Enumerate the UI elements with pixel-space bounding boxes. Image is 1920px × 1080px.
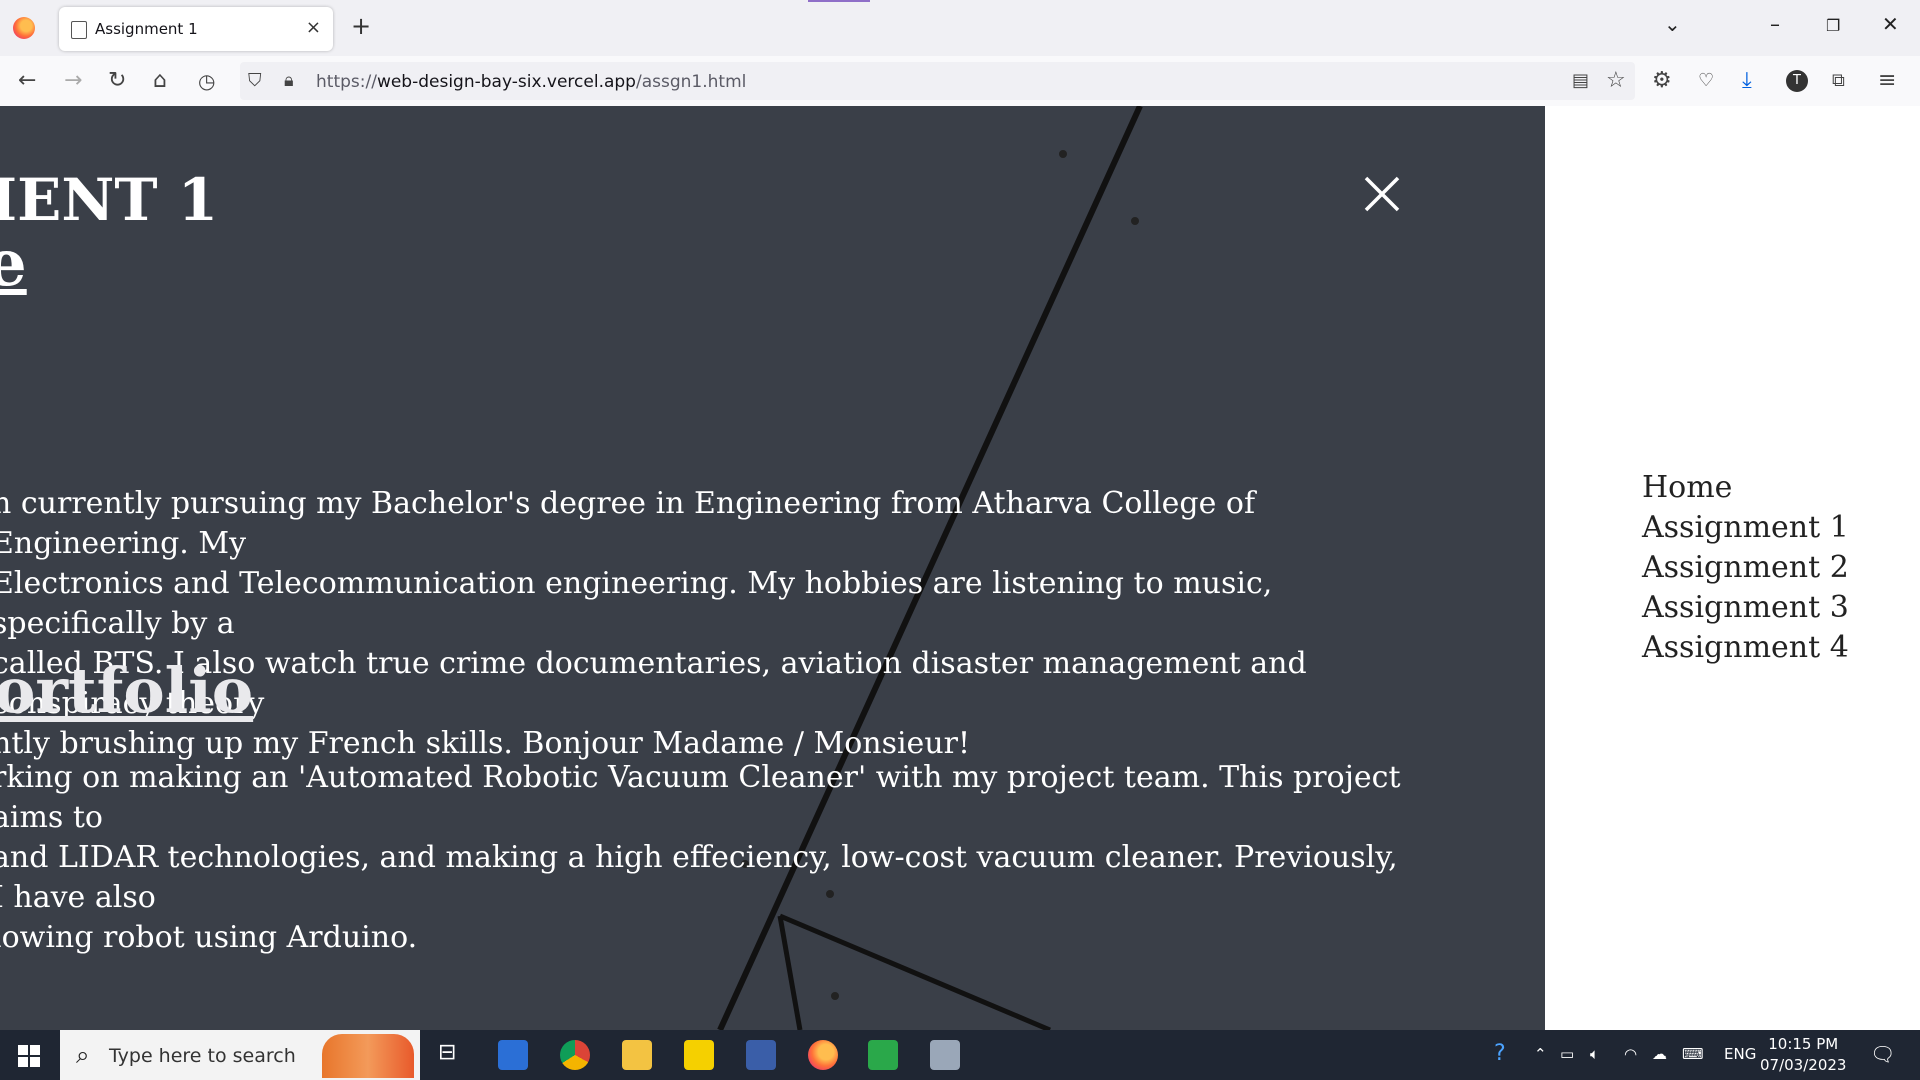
onedrive-cloud-icon[interactable]: ☁	[1652, 1045, 1667, 1063]
show-hidden-icons-icon[interactable]: ⌃	[1534, 1045, 1547, 1063]
clock[interactable]: 10:15 PM 07/03/2023	[1760, 1034, 1846, 1076]
history-icon[interactable]: ◷	[198, 68, 215, 94]
settings-gear-icon[interactable]: ⚙	[1652, 68, 1672, 94]
nav-link-assignment-2[interactable]: Assignment 2	[1642, 548, 1849, 588]
firefox-logo-icon[interactable]	[13, 17, 35, 39]
nav-link-assignment-4[interactable]: Assignment 4	[1642, 628, 1849, 668]
browser-tab-bar: Assignment 1 × + ⌄ – ❐ ✕	[0, 0, 1920, 56]
page-subtitle-link[interactable]: e	[0, 226, 27, 301]
firefox-taskbar-icon[interactable]	[808, 1040, 838, 1070]
back-icon[interactable]: ←	[18, 68, 36, 94]
account-avatar-icon[interactable]: T	[1786, 70, 1808, 92]
page-favicon-icon	[71, 21, 87, 39]
network-icon[interactable]: ◠	[1624, 1045, 1637, 1063]
pocket-icon[interactable]: ♡	[1698, 68, 1714, 94]
nav-link-home[interactable]: Home	[1642, 468, 1849, 508]
list-tabs-icon[interactable]: ⌄	[1664, 12, 1681, 36]
new-tab-button[interactable]: +	[351, 12, 371, 40]
downloads-icon[interactable]: ⤓	[1742, 68, 1752, 94]
search-icon: ⌕	[76, 1041, 90, 1069]
clock-time: 10:15 PM	[1768, 1035, 1839, 1053]
tracking-shield-icon[interactable]: ⛉	[248, 68, 262, 94]
snipping-tool-icon[interactable]	[746, 1040, 776, 1070]
minimize-button[interactable]: –	[1770, 12, 1780, 36]
spreadsheet-app-icon[interactable]	[868, 1040, 898, 1070]
navigation-toolbar: ← → ↻ ⌂ ◷ ⛉ 🔒︎ https://web-design-bay-si…	[0, 56, 1920, 107]
task-view-icon[interactable]: ⊟	[438, 1040, 468, 1070]
loading-indicator	[808, 0, 870, 2]
page-title: IENT 1	[0, 166, 219, 234]
tab-title: Assignment 1	[95, 20, 198, 38]
battery-icon[interactable]: ▭	[1560, 1045, 1574, 1063]
pc-app-icon[interactable]	[930, 1040, 960, 1070]
file-explorer-icon[interactable]	[622, 1040, 652, 1070]
page-viewport: IENT 1 e n currently pursuing my Bachelo…	[0, 106, 1920, 1030]
forward-icon[interactable]: →	[64, 68, 82, 94]
lock-icon[interactable]: 🔒︎	[284, 68, 294, 94]
language-indicator[interactable]: ENG	[1724, 1045, 1756, 1063]
windows-taskbar: ⌕ Type here to search ⊟ ? ⌃ ▭ 🔈︎ ◠ ☁ ⌨ E…	[0, 1030, 1920, 1080]
url-text[interactable]: https://web-design-bay-six.vercel.app/as…	[316, 72, 746, 92]
bookmark-star-icon[interactable]: ☆	[1606, 68, 1626, 94]
extensions-icon[interactable]: ⧉	[1832, 68, 1845, 94]
portfolio-heading[interactable]: ortfolio	[0, 654, 253, 727]
taskbar-search-box[interactable]: ⌕ Type here to search	[60, 1030, 420, 1080]
side-navigation: Home Assignment 1 Assignment 2 Assignmen…	[1642, 468, 1849, 668]
microsoft-store-icon[interactable]	[498, 1040, 528, 1070]
portfolio-paragraph: rking on making an 'Automated Robotic Va…	[0, 760, 1401, 955]
tab-close-button[interactable]: ×	[306, 17, 321, 38]
browser-tab[interactable]: Assignment 1 ×	[59, 7, 333, 51]
search-placeholder: Type here to search	[109, 1045, 296, 1067]
app-menu-icon[interactable]: ≡	[1878, 68, 1896, 94]
notifications-icon[interactable]: 🗨︎	[1870, 1042, 1895, 1066]
nav-link-assignment-3[interactable]: Assignment 3	[1642, 588, 1849, 628]
nav-link-assignment-1[interactable]: Assignment 1	[1642, 508, 1849, 548]
help-icon[interactable]: ?	[1494, 1041, 1506, 1066]
reload-icon[interactable]: ↻	[108, 68, 126, 94]
home-icon[interactable]: ⌂	[153, 68, 167, 94]
hero-section: IENT 1 e n currently pursuing my Bachelo…	[0, 106, 1545, 1030]
volume-icon[interactable]: 🔈︎	[1590, 1045, 1599, 1063]
close-window-button[interactable]: ✕	[1882, 12, 1899, 36]
chrome-icon[interactable]	[560, 1040, 590, 1070]
reader-view-icon[interactable]: ▤	[1572, 68, 1589, 94]
sticky-notes-icon[interactable]	[684, 1040, 714, 1070]
close-icon[interactable]	[1362, 174, 1402, 214]
clock-date: 07/03/2023	[1760, 1056, 1847, 1074]
windows-start-icon[interactable]	[18, 1045, 40, 1067]
keyboard-icon[interactable]: ⌨	[1682, 1045, 1704, 1063]
search-highlight-illustration	[322, 1034, 414, 1078]
restore-button[interactable]: ❐	[1826, 16, 1840, 35]
